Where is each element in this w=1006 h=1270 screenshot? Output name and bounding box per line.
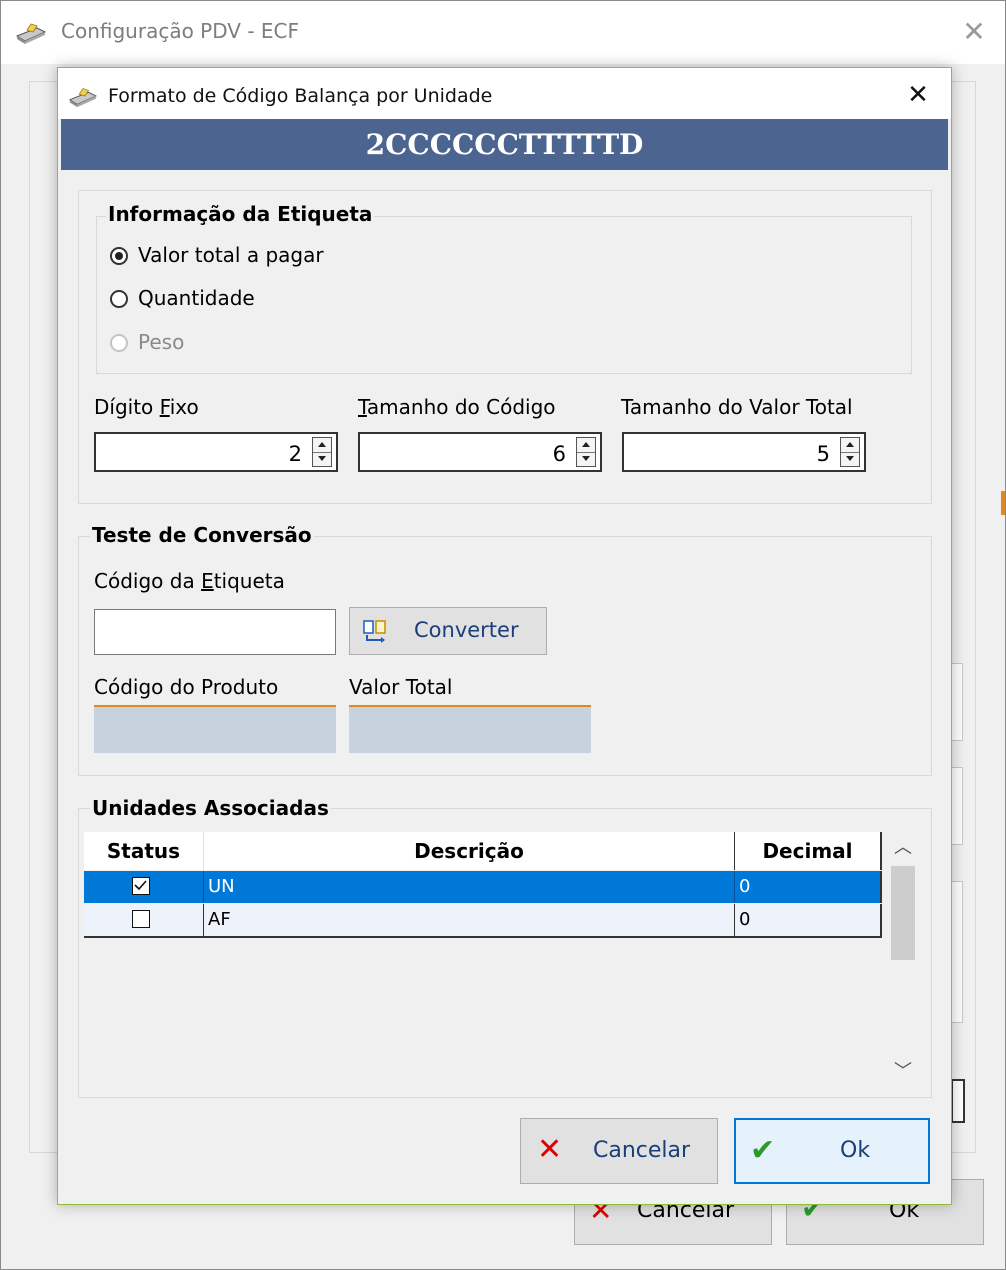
dialog-close-icon[interactable]: ✕ xyxy=(903,80,933,110)
table-row[interactable]: AF 0 xyxy=(84,904,882,938)
status-cell xyxy=(84,871,204,903)
parent-close-icon[interactable]: ✕ xyxy=(959,17,989,47)
parent-field xyxy=(951,1079,965,1123)
units-grid: Status Descrição Decimal UN 0 AF 0 ︿ ﹀ xyxy=(84,832,919,1088)
scroll-down-icon[interactable]: ﹀ xyxy=(887,1056,919,1088)
code-size-label: Tamanho do Código xyxy=(358,395,556,419)
spin-buttons xyxy=(312,437,332,467)
units-legend: Unidades Associadas xyxy=(90,796,331,820)
label-info-legend: Informação da Etiqueta xyxy=(106,202,375,226)
total-value-output xyxy=(349,705,591,753)
checkbox[interactable] xyxy=(132,910,150,928)
scale-icon xyxy=(15,23,47,44)
scroll-up-icon[interactable]: ︿ xyxy=(887,832,919,864)
dialog-title: Formato de Código Balança por Unidade xyxy=(108,85,493,107)
convert-icon xyxy=(363,620,386,643)
spin-down-icon[interactable] xyxy=(577,452,595,466)
cancel-button[interactable]: ✕ Cancelar xyxy=(520,1118,718,1184)
spin-buttons xyxy=(840,437,860,467)
product-code-label: Código do Produto xyxy=(94,675,279,699)
cancel-x-icon: ✕ xyxy=(537,1132,563,1167)
total-size-label: Tamanho do Valor Total xyxy=(621,395,853,419)
parent-titlebar: Configuração PDV - ECF ✕ xyxy=(1,1,1005,64)
convert-button[interactable]: Converter xyxy=(349,607,547,655)
product-code-output xyxy=(94,705,336,753)
spin-up-icon[interactable] xyxy=(313,438,331,453)
dialog-titlebar: Formato de Código Balança por Unidade ✕ xyxy=(58,68,951,119)
label-code-label: Código da Etiqueta xyxy=(94,569,285,593)
code-size-spinner[interactable]: 6 xyxy=(358,432,602,472)
code-format-banner: 2CCCCCCTTTTTD xyxy=(61,119,948,170)
checkbox-checked[interactable] xyxy=(132,877,150,895)
scale-icon xyxy=(68,88,98,108)
description-cell: UN xyxy=(208,876,235,897)
spin-up-icon[interactable] xyxy=(841,438,859,453)
fixed-digit-spinner[interactable]: 2 xyxy=(94,432,338,472)
conversion-test-legend: Teste de Conversão xyxy=(90,523,314,547)
radio-button[interactable] xyxy=(110,290,128,308)
check-icon: ✔ xyxy=(750,1133,776,1168)
status-cell xyxy=(84,904,204,936)
col-description-header[interactable]: Descrição xyxy=(204,832,734,870)
format-dialog: Formato de Código Balança por Unidade ✕ … xyxy=(57,67,952,1205)
units-grid-body: Status Descrição Decimal UN 0 AF 0 xyxy=(84,832,882,1088)
table-row-selected[interactable]: UN 0 xyxy=(84,871,882,903)
radio-button-checked[interactable] xyxy=(110,247,128,265)
decimal-cell: 0 xyxy=(734,904,882,936)
description-cell: AF xyxy=(208,909,231,930)
fixed-digit-label: Dígito Fixo xyxy=(94,395,199,419)
spin-down-icon[interactable] xyxy=(841,452,859,466)
decimal-cell: 0 xyxy=(734,871,882,903)
spin-buttons xyxy=(576,437,596,467)
total-value-label: Valor Total xyxy=(349,675,453,699)
checkmark-icon xyxy=(134,880,147,891)
col-status-header[interactable]: Status xyxy=(84,832,204,870)
parent-accent xyxy=(1001,491,1005,515)
spin-down-icon[interactable] xyxy=(313,452,331,466)
parent-title: Configuração PDV - ECF xyxy=(61,19,299,43)
ok-button[interactable]: ✔ Ok xyxy=(734,1118,930,1184)
scroll-thumb[interactable] xyxy=(891,866,915,960)
col-decimal-header[interactable]: Decimal xyxy=(734,832,882,870)
units-scrollbar[interactable]: ︿ ﹀ xyxy=(887,832,919,1088)
radio-button-disabled xyxy=(110,334,128,352)
spin-up-icon[interactable] xyxy=(577,438,595,453)
total-size-spinner[interactable]: 5 xyxy=(622,432,866,472)
label-code-input[interactable] xyxy=(94,609,336,655)
